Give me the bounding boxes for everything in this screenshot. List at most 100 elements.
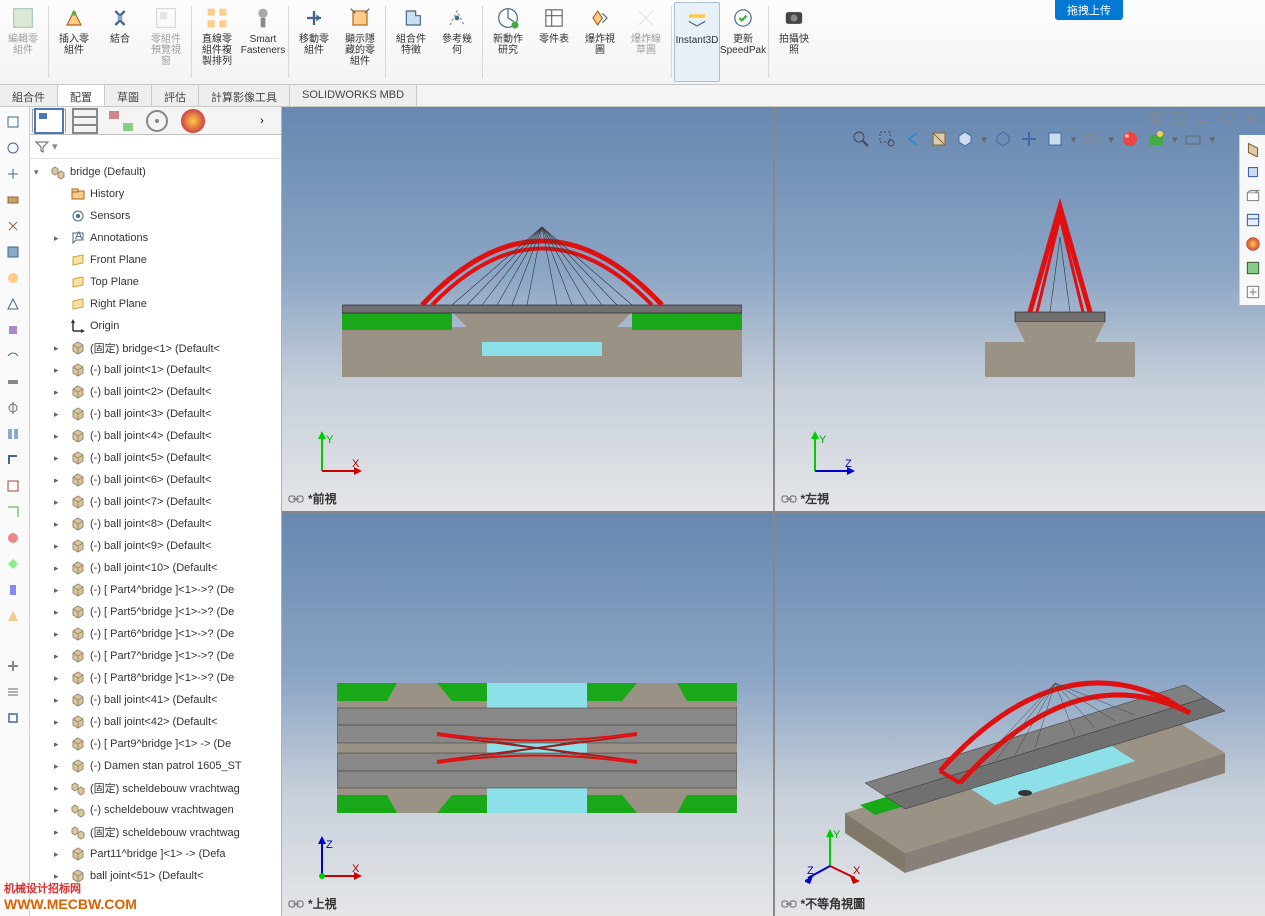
- viewport-top[interactable]: ZX *上視: [282, 513, 773, 916]
- left-tool-9[interactable]: [2, 345, 24, 367]
- edit-appear-icon[interactable]: [1045, 129, 1065, 149]
- section-icon[interactable]: [929, 129, 949, 149]
- maximize-icon[interactable]: [1219, 110, 1235, 126]
- tree-item[interactable]: ▸AAnnotations: [30, 227, 281, 249]
- ribbon-新動作-研究[interactable]: 新動作研究: [485, 2, 531, 82]
- tree-item[interactable]: ▸(-) ball joint<5> (Default<: [30, 447, 281, 469]
- viewport-left[interactable]: ▾ ▾ ▾ ▾ ▾ YZ: [775, 107, 1265, 511]
- dimxpert-tab[interactable]: [140, 109, 174, 133]
- tree-item[interactable]: ▸(-) ball joint<4> (Default<: [30, 425, 281, 447]
- ribbon-零件表[interactable]: 零件表: [531, 2, 577, 82]
- tree-item[interactable]: ▸(-) ball joint<7> (Default<: [30, 491, 281, 513]
- tree-item[interactable]: Right Plane: [30, 293, 281, 315]
- left-tool-0[interactable]: [2, 111, 24, 133]
- viewport-iso[interactable]: YXZ *不等角視圖: [775, 513, 1265, 916]
- left-tool-15[interactable]: [2, 501, 24, 523]
- right-tool-1[interactable]: [1242, 161, 1264, 183]
- right-tool-6[interactable]: [1242, 281, 1264, 303]
- tree-item[interactable]: ▸(-) ball joint<2> (Default<: [30, 381, 281, 403]
- left-tool-17[interactable]: [2, 553, 24, 575]
- right-tool-2[interactable]: [1242, 185, 1264, 207]
- property-tab[interactable]: [68, 109, 102, 133]
- tab-SOLIDWORKS MBD[interactable]: SOLIDWORKS MBD: [290, 85, 417, 106]
- link-icon[interactable]: [288, 898, 304, 910]
- tree-item[interactable]: ▸(固定) scheldebouw vrachtwag: [30, 777, 281, 799]
- right-tool-4[interactable]: [1242, 233, 1264, 255]
- tree-item[interactable]: ▸(-) scheldebouw vrachtwagen: [30, 799, 281, 821]
- left-tool-14[interactable]: [2, 475, 24, 497]
- settings-icon[interactable]: [1183, 129, 1203, 149]
- tree-item[interactable]: ▸(-) [ Part4^bridge ]<1>->? (De: [30, 579, 281, 601]
- ribbon-插入零-組件[interactable]: 插入零組件: [51, 2, 97, 82]
- tab-評估[interactable]: 評估: [152, 85, 199, 106]
- tree-item[interactable]: ▸(-) [ Part9^bridge ]<1> -> (De: [30, 733, 281, 755]
- minimize-icon[interactable]: [1195, 110, 1211, 126]
- ribbon-結合[interactable]: 結合: [97, 2, 143, 82]
- left-tool-1[interactable]: [2, 137, 24, 159]
- tree-item[interactable]: ▸(-) ball joint<41> (Default<: [30, 689, 281, 711]
- left-tool-2[interactable]: [2, 163, 24, 185]
- left-tool-3[interactable]: [2, 189, 24, 211]
- ribbon-直線零-組件複-製排列[interactable]: 直線零組件複製排列: [194, 2, 240, 82]
- prev-view-icon[interactable]: [903, 129, 923, 149]
- tree-item[interactable]: ▸(-) ball joint<6> (Default<: [30, 469, 281, 491]
- ribbon-爆炸視-圖[interactable]: 爆炸視圖: [577, 2, 623, 82]
- left-tool-19[interactable]: [2, 605, 24, 627]
- config-tab[interactable]: [104, 109, 138, 133]
- tree-item[interactable]: ▸(-) ball joint<10> (Default<: [30, 557, 281, 579]
- left-tool-22[interactable]: [2, 707, 24, 729]
- tree-item[interactable]: ▸Part11^bridge ]<1> -> (Defa: [30, 843, 281, 865]
- viewport-front[interactable]: YX *前視: [282, 107, 773, 511]
- left-tool-5[interactable]: [2, 241, 24, 263]
- left-tool-13[interactable]: [2, 449, 24, 471]
- hide-show-icon[interactable]: [1019, 129, 1039, 149]
- left-tool-10[interactable]: [2, 371, 24, 393]
- left-tool-7[interactable]: [2, 293, 24, 315]
- tree-item[interactable]: ▸(-) ball joint<1> (Default<: [30, 359, 281, 381]
- tree-root[interactable]: ▾bridge (Default): [30, 161, 281, 183]
- left-tool-12[interactable]: [2, 423, 24, 445]
- display-style-icon[interactable]: [993, 129, 1013, 149]
- eye-icon[interactable]: [1082, 129, 1102, 149]
- left-tool-4[interactable]: [2, 215, 24, 237]
- left-tool-20[interactable]: [2, 655, 24, 677]
- tree-item[interactable]: Sensors: [30, 205, 281, 227]
- tree-item[interactable]: History: [30, 183, 281, 205]
- feature-tree-tab[interactable]: [32, 109, 66, 133]
- tree-item[interactable]: ▸(-) [ Part6^bridge ]<1>->? (De: [30, 623, 281, 645]
- display-tab[interactable]: [176, 109, 210, 133]
- left-tool-11[interactable]: [2, 397, 24, 419]
- right-tool-0[interactable]: [1242, 137, 1264, 159]
- left-tool-16[interactable]: [2, 527, 24, 549]
- left-tool-18[interactable]: [2, 579, 24, 601]
- tree-item[interactable]: ▸(-) Damen stan patrol 1605_ST: [30, 755, 281, 777]
- tree-item[interactable]: ▸(-) [ Part8^bridge ]<1>->? (De: [30, 667, 281, 689]
- ribbon-組合件-特徵[interactable]: 組合件特徵: [388, 2, 434, 82]
- tree-item[interactable]: ▸(-) [ Part7^bridge ]<1>->? (De: [30, 645, 281, 667]
- left-tool-6[interactable]: [2, 267, 24, 289]
- link-icon[interactable]: [288, 493, 304, 505]
- right-tool-5[interactable]: [1242, 257, 1264, 279]
- zoom-area-icon[interactable]: [877, 129, 897, 149]
- link-icon[interactable]: [781, 898, 797, 910]
- right-tool-3[interactable]: [1242, 209, 1264, 231]
- zoom-fit-icon[interactable]: [851, 129, 871, 149]
- tree-item[interactable]: ▸(固定) bridge<1> (Default<: [30, 337, 281, 359]
- filter-icon[interactable]: [34, 139, 50, 155]
- tree-item[interactable]: Origin: [30, 315, 281, 337]
- ribbon-拍攝快-照[interactable]: 拍攝快照: [771, 2, 817, 82]
- tile-icon[interactable]: [1171, 110, 1187, 126]
- cascade-icon[interactable]: [1147, 110, 1163, 126]
- tree-item[interactable]: Front Plane: [30, 249, 281, 271]
- ribbon-顯示隱-藏的零-組件[interactable]: 顯示隱藏的零組件: [337, 2, 383, 82]
- close-icon[interactable]: [1243, 110, 1259, 126]
- left-tool-8[interactable]: [2, 319, 24, 341]
- expand-tab[interactable]: ›: [245, 109, 279, 133]
- link-icon[interactable]: [781, 493, 797, 505]
- tree-item[interactable]: ▸(-) ball joint<8> (Default<: [30, 513, 281, 535]
- scene-icon[interactable]: [1146, 129, 1166, 149]
- tab-草圖[interactable]: 草圖: [105, 85, 152, 106]
- tab-組合件[interactable]: 組合件: [0, 85, 58, 106]
- tab-計算影像工具[interactable]: 計算影像工具: [199, 85, 290, 106]
- tab-配置[interactable]: 配置: [58, 85, 105, 106]
